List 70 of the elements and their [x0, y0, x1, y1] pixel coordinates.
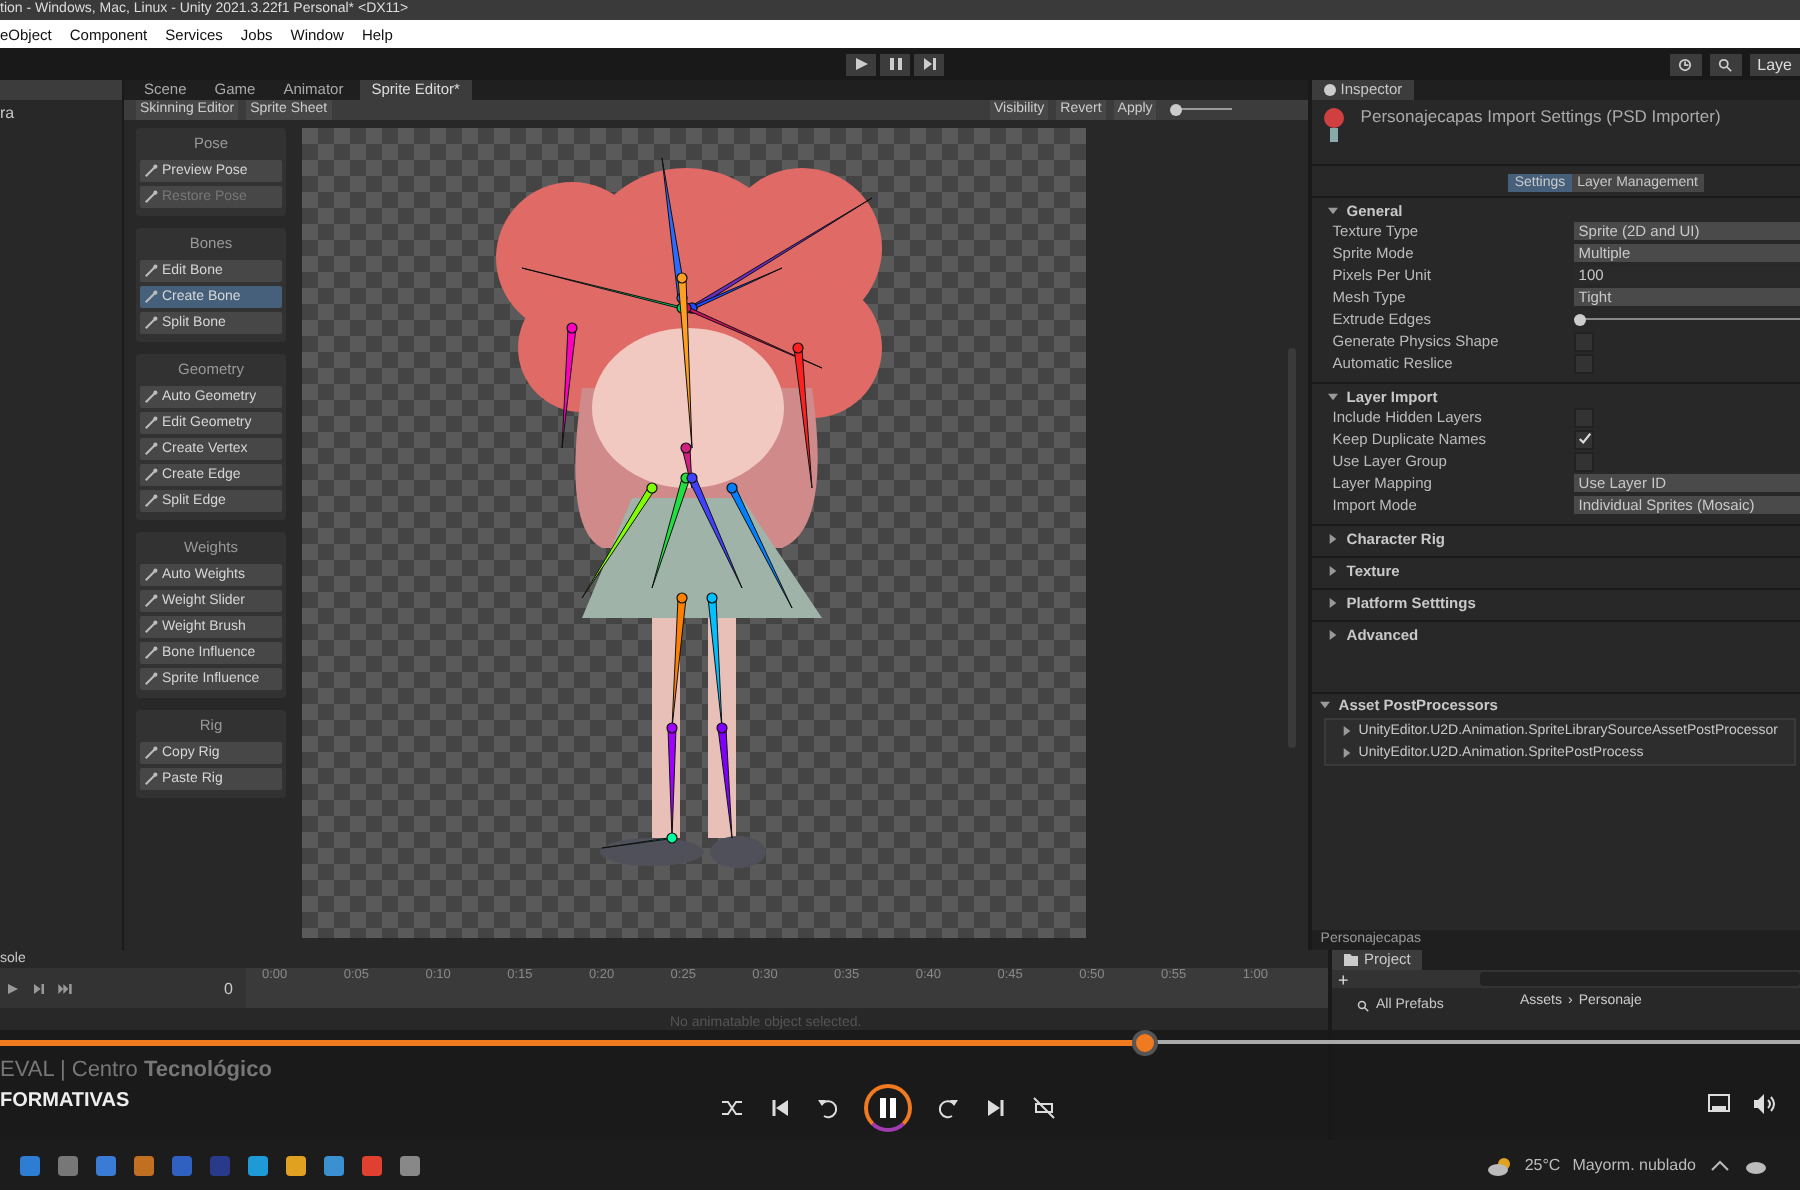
chevron-icon[interactable] [1708, 1155, 1732, 1175]
video-subtitle: FORMATIVAS [0, 1090, 130, 1112]
sprite-thumbnail-icon [1320, 106, 1349, 146]
frame-field[interactable]: 0 [224, 979, 233, 997]
weather-text: Mayorm. nublado [1572, 1156, 1696, 1174]
bone-icon [144, 646, 158, 660]
step-icon[interactable] [32, 983, 46, 993]
end-icon[interactable] [58, 983, 72, 993]
cloud-sun-icon [1488, 1155, 1513, 1175]
bone-icon [144, 772, 158, 786]
triangle-icon[interactable] [1328, 533, 1339, 543]
bone-icon [144, 316, 158, 330]
temperature: 25°C [1524, 1156, 1561, 1174]
bone-icon [144, 672, 158, 686]
step-button[interactable] [914, 53, 944, 75]
pause-icon [889, 58, 901, 70]
bone-icon [144, 164, 158, 178]
bone-icon [144, 190, 158, 204]
volume-icon[interactable] [1754, 1094, 1776, 1114]
triangle-icon[interactable] [1328, 597, 1339, 607]
slider[interactable] [1574, 313, 1800, 325]
inspector-title: Personajecapas Import Settings (PSD Importer) [1360, 106, 1721, 130]
brand-logo: EVAL | Centro Tecnológico [0, 1056, 272, 1082]
step-icon [923, 58, 935, 70]
bone-icon [144, 468, 158, 482]
repeat-off-icon[interactable] [1032, 1096, 1056, 1120]
search-icon [1356, 999, 1370, 1011]
panel-header [0, 80, 122, 100]
triangle-icon[interactable] [1328, 629, 1339, 639]
pause-icon [878, 1098, 898, 1118]
search-icon [1718, 57, 1733, 71]
play-icon[interactable] [6, 983, 20, 993]
bone-icon [144, 442, 158, 456]
triangle-icon[interactable] [1342, 748, 1353, 758]
miniplayer-icon[interactable] [1708, 1094, 1730, 1114]
bone-icon [144, 290, 158, 304]
play-icon [855, 58, 867, 70]
triangle-icon[interactable] [1328, 391, 1339, 401]
pause-button[interactable] [880, 53, 910, 75]
bone-icon [144, 746, 158, 760]
zoom-slider[interactable] [1172, 104, 1233, 116]
play-button[interactable] [846, 53, 876, 75]
clock-icon [1678, 57, 1693, 71]
shuffle-icon[interactable] [720, 1096, 744, 1120]
progress-bar[interactable] [0, 1030, 1800, 1054]
layers-dropdown[interactable]: Laye [1749, 53, 1800, 75]
triangle-icon[interactable] [1320, 699, 1331, 709]
rewind-icon[interactable] [816, 1096, 840, 1120]
triangle-icon[interactable] [1328, 565, 1339, 575]
triangle-icon[interactable] [1328, 205, 1339, 215]
bone-icon [144, 416, 158, 430]
hierarchy-item[interactable]: ra [0, 100, 122, 126]
next-icon[interactable] [984, 1096, 1008, 1120]
bone-icon [144, 390, 158, 404]
bone-icon [144, 594, 158, 608]
pause-button[interactable] [864, 1084, 912, 1132]
checkbox[interactable] [1574, 429, 1595, 449]
history-button[interactable] [1669, 53, 1702, 75]
forward-icon[interactable] [936, 1096, 960, 1120]
triangle-icon[interactable] [1342, 726, 1353, 736]
bone-icon [144, 494, 158, 508]
folder-icon [1344, 954, 1358, 966]
search-button[interactable] [1709, 53, 1742, 75]
bone-icon [144, 620, 158, 634]
checkbox[interactable] [1574, 451, 1595, 471]
add-icon[interactable]: + [1338, 971, 1349, 987]
info-icon [1324, 84, 1337, 96]
bone-icon [144, 568, 158, 582]
previous-icon[interactable] [768, 1096, 792, 1120]
bone-icon [144, 264, 158, 278]
